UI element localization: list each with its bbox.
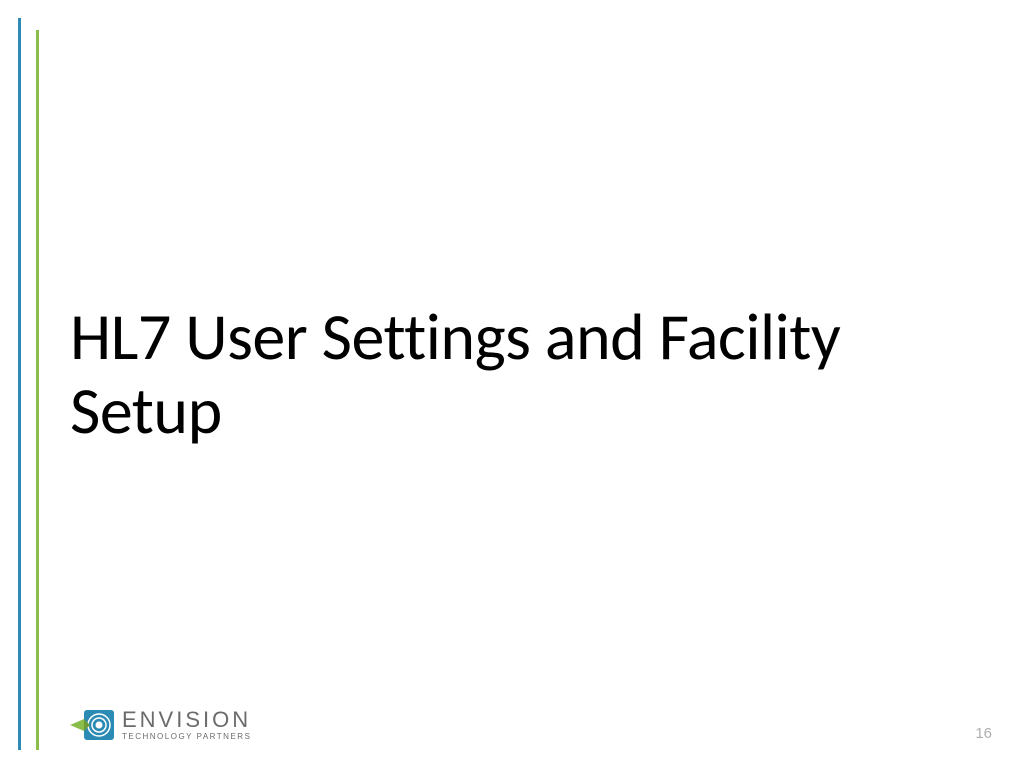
page-number: 16 — [975, 725, 992, 742]
footer-logo: ENVISION TECHNOLOGY PARTNERS — [70, 708, 251, 742]
accent-bar-blue — [18, 18, 21, 750]
envision-logo-icon — [70, 708, 114, 742]
accent-bar-green — [36, 30, 39, 750]
logo-text-block: ENVISION TECHNOLOGY PARTNERS — [122, 709, 251, 741]
slide-title: HL7 User Settings and Facility Setup — [70, 300, 950, 448]
logo-sub-text: TECHNOLOGY PARTNERS — [122, 733, 251, 741]
logo-main-text: ENVISION — [122, 709, 251, 731]
